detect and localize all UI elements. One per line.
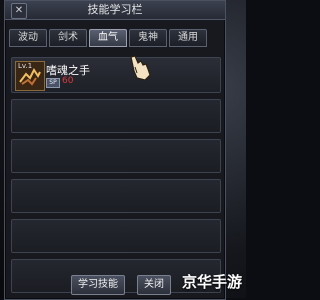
skill-slot[interactable]: Lv.1 嗜魂之手 SP 60 [11, 57, 221, 93]
skill-learning-window: ✕ 技能学习栏 波动 剑术 血气 鬼神 通用 Lv.1 嗜魂之手 SP 60 学… [4, 0, 226, 300]
site-watermark: 京华手游 [181, 273, 242, 291]
tab-ghost[interactable]: 鬼神 [129, 29, 167, 47]
skill-level-tag: Lv.1 [18, 62, 33, 70]
window-title: 技能学习栏 [87, 3, 143, 16]
skill-list: Lv.1 嗜魂之手 SP 60 [11, 57, 221, 299]
tab-common[interactable]: 通用 [169, 29, 207, 47]
sp-cost: 60 [62, 76, 74, 86]
close-icon[interactable]: ✕ [11, 3, 27, 19]
close-button[interactable]: 关闭 [137, 275, 171, 295]
pointer-hand-icon [130, 55, 151, 81]
tab-wave[interactable]: 波动 [9, 29, 47, 47]
skill-icon[interactable]: Lv.1 [15, 61, 45, 91]
tab-blood[interactable]: 血气 [89, 29, 127, 47]
tab-sword[interactable]: 剑术 [49, 29, 87, 47]
skill-tabs: 波动 剑术 血气 鬼神 通用 [9, 29, 207, 47]
empty-skill-slot [11, 139, 221, 173]
window-title-bar[interactable]: ✕ 技能学习栏 [5, 1, 225, 20]
sp-label: SP [46, 78, 60, 88]
empty-skill-slot [11, 219, 221, 253]
learn-skill-button[interactable]: 学习技能 [71, 275, 125, 295]
empty-skill-slot [11, 179, 221, 213]
empty-skill-slot [11, 99, 221, 133]
